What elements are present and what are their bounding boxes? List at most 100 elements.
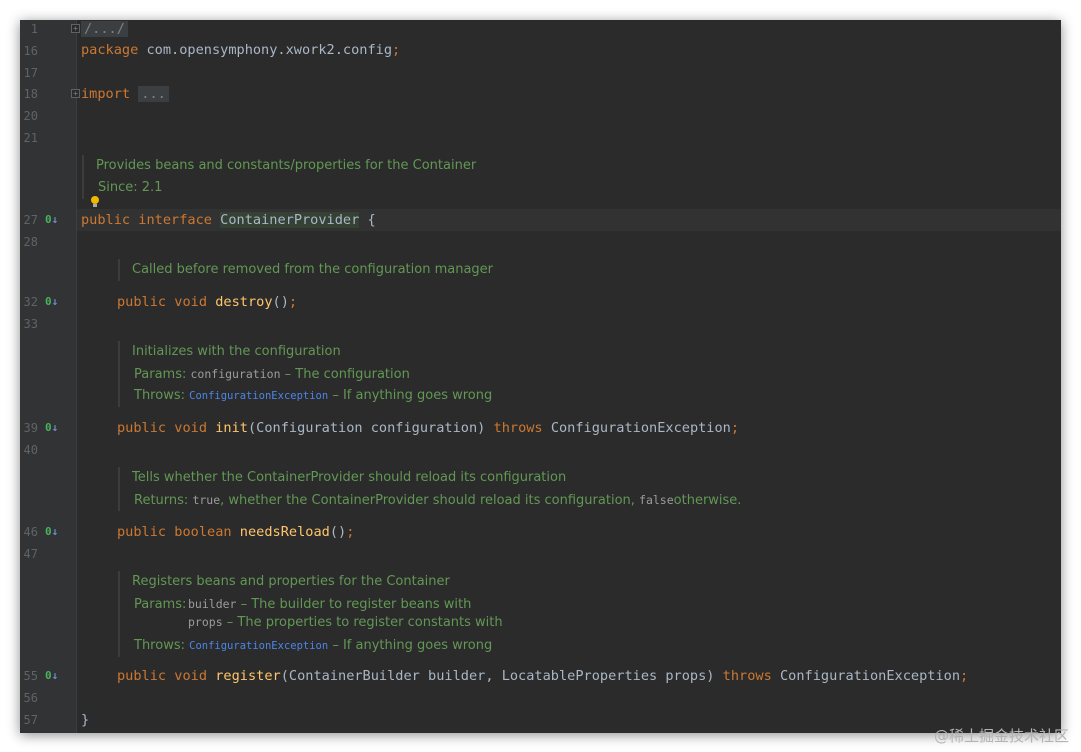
interface-name: ContainerProvider — [220, 212, 360, 228]
keyword: void — [174, 420, 208, 436]
implemented-icon[interactable]: 0↓ — [45, 213, 58, 227]
line-number: 40 — [23, 443, 38, 457]
code-line-package: package com.opensymphony.xwork2.config; — [81, 41, 400, 59]
keyword: void — [174, 668, 208, 684]
doc-description: Registers beans and properties for the C… — [132, 574, 450, 589]
param-desc: – The properties to register constants w… — [226, 615, 503, 630]
param-name: props — [188, 615, 223, 629]
code-line-import: import ... — [81, 85, 169, 103]
exception-link[interactable]: ConfigurationException — [189, 390, 328, 402]
line-number: 21 — [23, 131, 38, 145]
doc-params: Params: configuration – The configuratio… — [132, 363, 492, 385]
code-line-init: public void init(Configuration configura… — [117, 419, 739, 437]
doc-throws: Throws: ConfigurationException – If anyt… — [132, 635, 503, 657]
keyword: interface — [138, 212, 212, 228]
watermark: @稀土掘金技术社区 — [933, 727, 1069, 745]
implemented-icon[interactable]: 0↓ — [45, 295, 58, 309]
doc-param-builder: Params: builder – The builder to register… — [132, 595, 503, 613]
line-number: 17 — [23, 66, 38, 80]
exception-link[interactable]: ConfigurationException — [189, 640, 328, 652]
code-line-1: /.../ — [81, 20, 128, 38]
doc-description: Tells whether the ContainerProvider shou… — [132, 470, 567, 485]
closing-brace: } — [81, 712, 90, 728]
line-number: 56 — [23, 691, 38, 705]
line-number: 18 — [23, 87, 38, 101]
line-number: 20 — [23, 109, 38, 123]
keyword: package — [81, 42, 139, 58]
code-line-register: public void register(ContainerBuilder bu… — [117, 667, 968, 685]
exception-type: ConfigurationException — [550, 420, 731, 436]
fold-expand-icon[interactable]: + — [71, 24, 80, 33]
parens: () — [329, 524, 347, 540]
code-editor[interactable]: 1 16 17 18 20 21 27 28 32 33 39 40 46 47… — [20, 20, 1061, 733]
method-name: register — [215, 668, 281, 684]
method-name: init — [215, 420, 248, 436]
semicolon: ; — [392, 42, 401, 58]
line-number: 27 — [23, 213, 38, 227]
semicolon: ; — [288, 294, 298, 310]
line-number: 39 — [23, 421, 38, 435]
parens: () — [272, 294, 289, 310]
keyword: public — [117, 524, 167, 540]
semicolon: ; — [730, 420, 740, 436]
line-number-gutter — [20, 20, 76, 733]
keyword: public — [81, 212, 131, 228]
implemented-icon[interactable]: 0↓ — [45, 669, 58, 683]
keyword: public — [117, 294, 167, 310]
params-label: Params: — [134, 597, 187, 612]
param-desc: – The builder to register beans with — [240, 597, 472, 612]
implemented-icon[interactable]: 0↓ — [45, 421, 58, 435]
doc-returns: Returns: true, whether the ContainerProv… — [132, 489, 741, 511]
javadoc-register: Registers beans and properties for the C… — [118, 571, 503, 657]
doc-param-props: props – The properties to register const… — [132, 613, 503, 635]
javadoc-destroy: Called before removed from the configura… — [118, 259, 493, 281]
returns-label: Returns: — [134, 493, 189, 508]
keyword: boolean — [174, 524, 232, 540]
keyword: public — [117, 420, 167, 436]
keyword: throws — [722, 668, 772, 684]
method-name: destroy — [215, 294, 273, 310]
gutter-separator — [76, 20, 77, 733]
code-line-interface: public interface ContainerProvider { — [81, 211, 376, 229]
line-number: 1 — [30, 22, 38, 36]
keyword: public — [117, 668, 167, 684]
param-name: builder — [188, 597, 237, 611]
import-fold[interactable]: ... — [138, 86, 169, 102]
line-number: 47 — [23, 547, 38, 561]
lightbulb-icon[interactable] — [91, 196, 99, 207]
returns-end: otherwise. — [673, 493, 742, 508]
params-label: Params: — [134, 367, 187, 382]
fold-expand-icon[interactable]: + — [71, 89, 80, 98]
javadoc-init: Initializes with the configuration Param… — [118, 341, 492, 407]
doc-description: Initializes with the configuration — [132, 344, 341, 359]
doc-since: Since: 2.1 — [98, 180, 163, 195]
throws-desc: – If anything goes wrong — [332, 388, 493, 403]
param-desc: – The configuration — [284, 367, 410, 382]
keyword: void — [174, 294, 208, 310]
doc-description: Called before removed from the configura… — [132, 262, 494, 277]
folded-header[interactable]: /.../ — [81, 21, 128, 37]
throws-label: Throws: — [134, 388, 185, 403]
throws-desc: – If anything goes wrong — [332, 638, 493, 653]
returns-desc: , whether the ContainerProvider should r… — [220, 493, 635, 508]
parameters: (Configuration configuration) — [247, 420, 486, 436]
throws-label: Throws: — [134, 638, 185, 653]
param-name: configuration — [190, 367, 281, 381]
line-number: 33 — [23, 317, 38, 331]
keyword: throws — [493, 420, 543, 436]
keyword: import — [81, 86, 131, 102]
package-name: com.opensymphony.xwork2.config — [146, 42, 393, 58]
line-number: 16 — [23, 44, 38, 58]
line-number: 55 — [23, 669, 38, 683]
semicolon: ; — [346, 524, 355, 540]
semicolon: ; — [960, 668, 969, 684]
parameters: (ContainerBuilder builder, LocatableProp… — [280, 668, 715, 684]
javadoc-class: Provides beans and constants/properties … — [82, 155, 476, 199]
exception-type: ConfigurationException — [779, 668, 961, 684]
code-line-needs-reload: public boolean needsReload(); — [117, 523, 354, 541]
doc-description: Provides beans and constants/properties … — [96, 158, 477, 173]
implemented-icon[interactable]: 0↓ — [45, 525, 58, 539]
code-false: false — [639, 493, 674, 507]
method-name: needsReload — [239, 524, 330, 540]
doc-throws: Throws: ConfigurationException – If anyt… — [132, 385, 492, 407]
